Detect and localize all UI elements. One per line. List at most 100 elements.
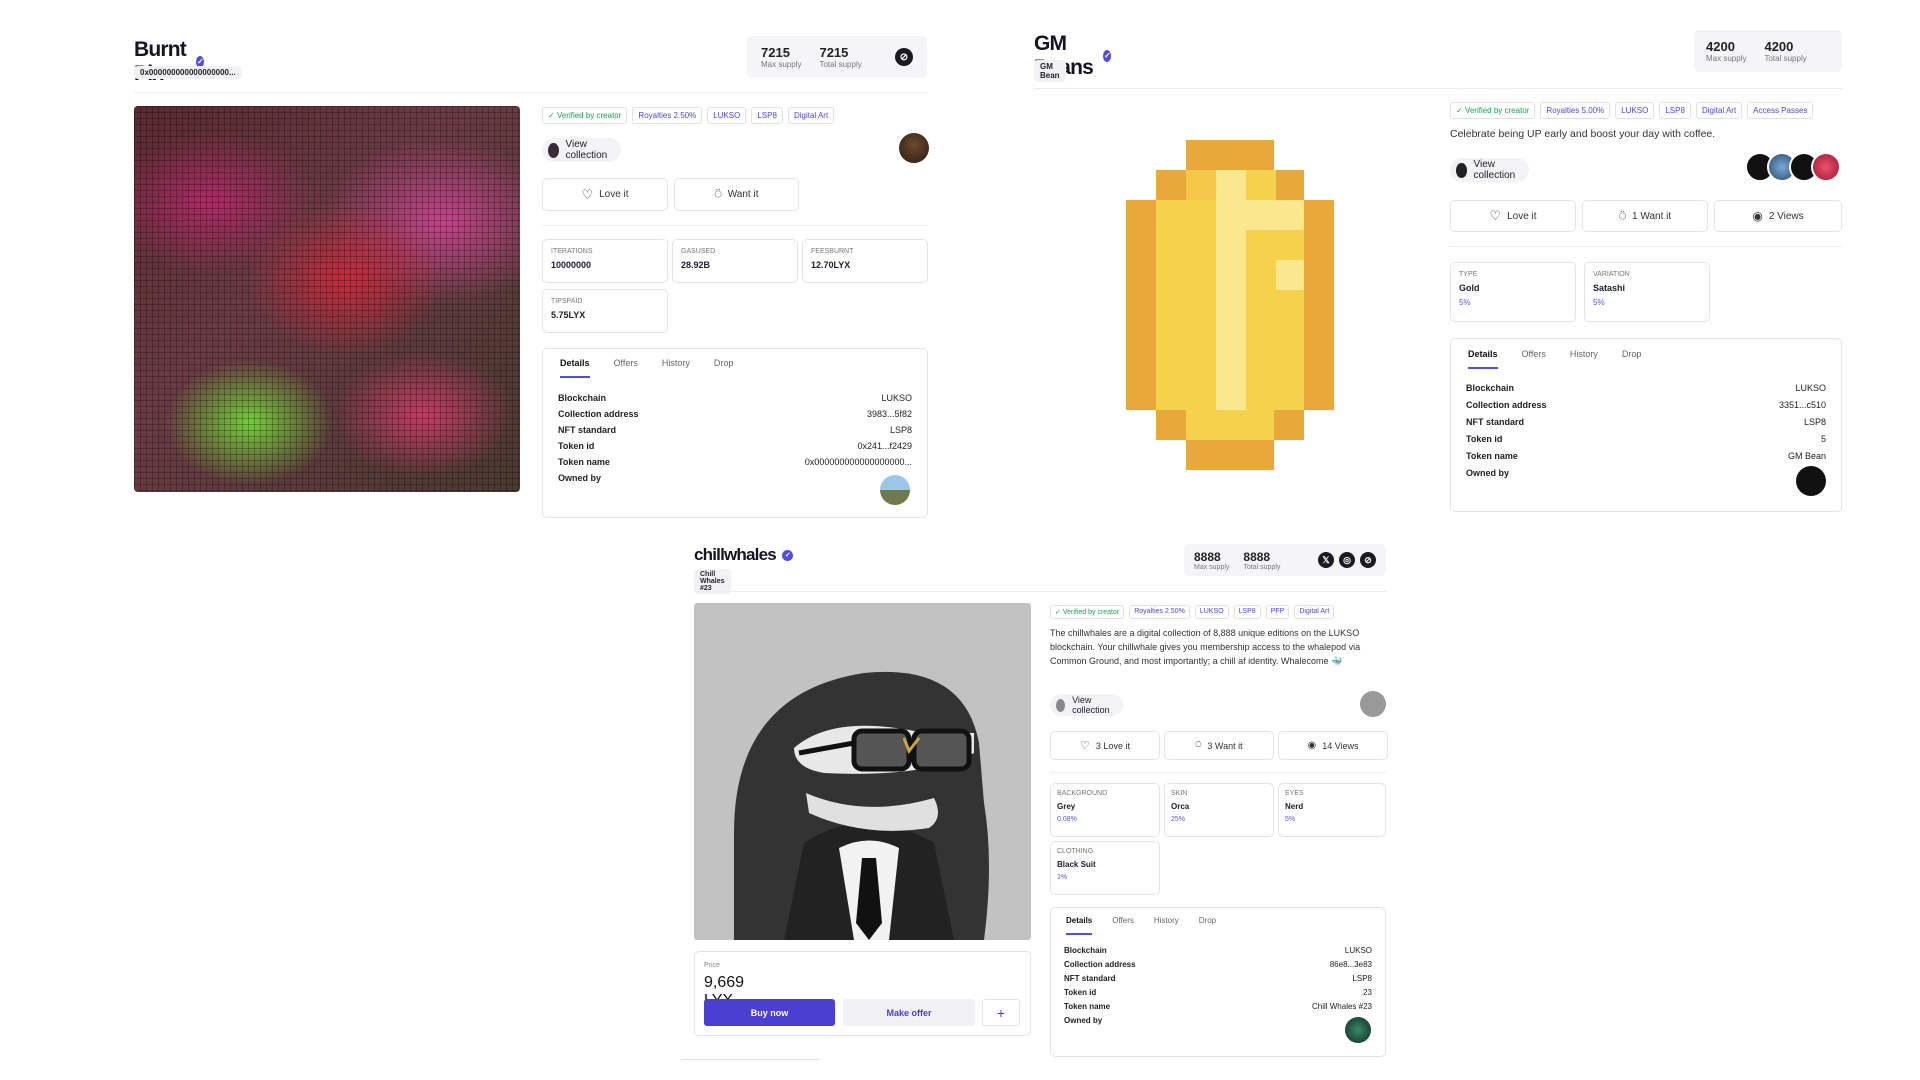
pixel-grid-overlay <box>134 106 520 492</box>
tab-drop[interactable]: Drop <box>1199 916 1216 935</box>
detail-label: Collection address <box>1466 400 1547 410</box>
detail-row: NFT standard LSP8 <box>1466 417 1826 427</box>
prop-type: TYPE Gold 5% <box>1450 262 1576 322</box>
burnt-artwork-image <box>134 106 520 492</box>
detail-value[interactable]: 3983...5f82 <box>867 409 912 419</box>
prop-clothing: CLOTHING Black Suit 1% <box>1050 841 1160 895</box>
max-supply-value: 8888 <box>1194 549 1221 564</box>
love-it-button[interactable]: ♡ 3 Love it <box>1050 731 1160 760</box>
want-it-button[interactable]: ⍥ 3 Want it <box>1164 731 1274 760</box>
tab-offers[interactable]: Offers <box>1112 916 1134 935</box>
x-twitter-icon[interactable]: 𝕏 <box>1318 552 1334 568</box>
buy-now-label: Buy now <box>750 1007 789 1018</box>
tab-offers[interactable]: Offers <box>1522 349 1546 369</box>
prop-value: Gold <box>1459 283 1480 293</box>
chill-tabs: Details Offers History Drop <box>1066 916 1240 935</box>
verified-check-icon: ✓ <box>1103 50 1112 62</box>
love-label: 3 Love it <box>1095 740 1130 751</box>
detail-row: Token name GM Bean <box>1466 451 1826 461</box>
link-icon[interactable]: ⊘ <box>895 48 913 66</box>
want-it-button[interactable]: ⍥ Want it <box>674 178 799 211</box>
divider <box>542 225 928 226</box>
detail-value: 0x000000000000000000... <box>804 457 912 467</box>
detail-row: Token id 5 <box>1466 434 1826 444</box>
add-to-cart-button[interactable]: + <box>982 999 1020 1026</box>
gm-tags: ✓ Verified by creator Royalties 5.00% LU… <box>1450 102 1814 119</box>
detail-value: GM Bean <box>1787 451 1826 461</box>
max-supply-label: Max supply <box>761 60 802 69</box>
prop-key: BACKGROUND <box>1057 790 1108 797</box>
prop-background: BACKGROUND Grey 0.08% <box>1050 783 1160 837</box>
tab-history[interactable]: History <box>1570 349 1598 369</box>
owner-avatar[interactable] <box>880 475 910 505</box>
prop-value: 12.70LYX <box>811 260 851 270</box>
tag-verified: ✓ Verified by creator <box>542 107 628 124</box>
owner-avatar[interactable] <box>1796 466 1826 496</box>
prop-key: TIPSPAID <box>551 298 583 305</box>
tab-history[interactable]: History <box>1154 916 1179 935</box>
divider <box>682 1059 820 1060</box>
price-label: Price <box>704 962 720 969</box>
detail-value[interactable]: 86e8...3e83 <box>1330 960 1372 969</box>
tag-lsp8: LSP8 <box>1233 605 1261 619</box>
burnt-tabs: Details Offers History Drop <box>560 358 757 378</box>
gm-owner-avatars <box>1745 152 1841 182</box>
creator-avatar[interactable] <box>899 133 929 163</box>
link-icon[interactable]: ⊘ <box>1360 552 1376 568</box>
views-button[interactable]: ◉ 2 Views <box>1714 200 1842 232</box>
chill-title: chillwhales ✓ <box>694 545 793 565</box>
detail-value: LSP8 <box>1352 974 1372 983</box>
prop-rarity: 5% <box>1593 298 1605 307</box>
total-supply-label: Total supply <box>1764 54 1807 63</box>
chillwhale-artwork <box>694 603 1031 940</box>
want-icon: ⍥ <box>714 187 722 201</box>
creator-avatar[interactable] <box>1360 691 1386 717</box>
tag-verified: ✓ Verified by creator <box>1050 605 1125 619</box>
detail-row: Owned by <box>1064 1016 1372 1025</box>
tab-drop[interactable]: Drop <box>1622 349 1642 369</box>
tab-history[interactable]: History <box>662 358 690 378</box>
total-supply-value: 7215 <box>819 45 849 60</box>
avatar[interactable] <box>1811 152 1841 182</box>
divider <box>1450 246 1842 247</box>
tag-lukso: LUKSO <box>1194 605 1229 619</box>
plus-icon: + <box>996 1004 1006 1021</box>
tab-details[interactable]: Details <box>560 358 590 378</box>
detail-row: Collection address 3983...5f82 <box>558 409 912 419</box>
detail-value[interactable]: 3351...c510 <box>1779 400 1826 410</box>
love-label: Love it <box>1507 210 1537 222</box>
love-it-button[interactable]: ♡ Love it <box>542 178 668 211</box>
make-offer-button[interactable]: Make offer <box>843 999 975 1026</box>
love-it-button[interactable]: ♡ Love it <box>1450 200 1576 232</box>
view-collection-button[interactable]: View collection <box>1050 694 1123 716</box>
heart-icon: ♡ <box>1080 740 1090 752</box>
buy-now-button[interactable]: Buy now <box>704 999 835 1026</box>
prop-variation: VARIATION Satashi 5% <box>1584 262 1710 322</box>
tag-access-passes: Access Passes <box>1747 102 1814 119</box>
owner-avatar[interactable] <box>1345 1017 1371 1043</box>
tab-offers[interactable]: Offers <box>614 358 638 378</box>
globe-icon[interactable]: ◎ <box>1339 552 1355 568</box>
detail-row: Owned by <box>1466 468 1826 478</box>
view-collection-button[interactable]: View collection <box>1450 158 1529 182</box>
detail-label: NFT standard <box>558 425 617 435</box>
verified-check-icon: ✓ <box>781 549 793 561</box>
view-collection-button[interactable]: View collection <box>542 138 621 162</box>
chill-supply-box: 8888 Max supply 8888 Total supply 𝕏 ◎ ⊘ <box>1184 544 1386 576</box>
tag-lsp8: LSP8 <box>1659 102 1691 119</box>
detail-label: NFT standard <box>1064 974 1116 983</box>
tag-royalties: Royalties 2.50% <box>1129 605 1190 619</box>
detail-row: Token name 0x000000000000000000... <box>558 457 912 467</box>
views-button[interactable]: ◉ 14 Views <box>1278 731 1388 760</box>
tag-royalties: Royalties 2.50% <box>632 107 703 124</box>
tab-drop[interactable]: Drop <box>714 358 734 378</box>
want-it-button[interactable]: ⍥ 1 Want it <box>1582 200 1708 232</box>
divider <box>134 92 928 93</box>
view-collection-label: View collection <box>1473 159 1516 181</box>
tag-digital-art: Digital Art <box>1294 605 1335 619</box>
tab-details[interactable]: Details <box>1066 916 1093 935</box>
tag-pfp: PFP <box>1265 605 1290 619</box>
gm-tabs: Details Offers History Drop <box>1468 349 1665 369</box>
tab-details[interactable]: Details <box>1468 349 1498 369</box>
max-supply-label: Max supply <box>1706 54 1747 63</box>
